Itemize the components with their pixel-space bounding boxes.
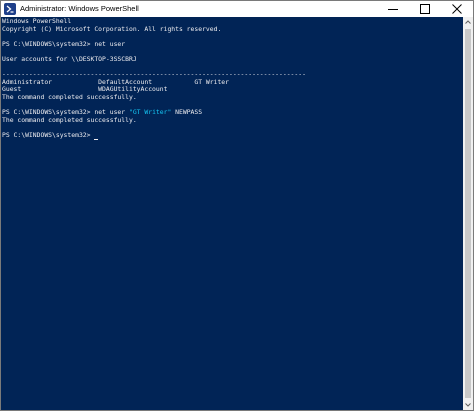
console-line: PS C:\WINDOWS\system32> <box>2 130 462 140</box>
command-text: net user <box>94 39 126 48</box>
window-title: Administrator: Windows PowerShell <box>20 4 139 13</box>
minimize-button[interactable] <box>377 1 409 17</box>
maximize-icon <box>420 4 430 14</box>
close-icon <box>452 4 462 14</box>
command-argument: "GT Writer" <box>128 108 172 117</box>
console-line: PS C:\WINDOWS\system32> net user <box>2 39 462 49</box>
command-text: net user <box>94 108 129 117</box>
console-output[interactable]: Windows PowerShell Copyright (C) Microso… <box>2 17 462 410</box>
powershell-icon <box>4 3 16 15</box>
console-line: The command completed successfully. <box>2 92 137 101</box>
title-bar[interactable]: Administrator: Windows PowerShell <box>1 1 473 17</box>
maximize-button[interactable] <box>409 1 441 17</box>
prompt: PS C:\WINDOWS\system32> <box>2 130 95 139</box>
prompt: PS C:\WINDOWS\system32> <box>2 39 95 48</box>
text-cursor <box>94 138 99 140</box>
chevron-up-icon <box>465 20 471 24</box>
console-line: The command completed successfully. <box>2 115 137 124</box>
scroll-down-button[interactable] <box>463 400 473 410</box>
prompt: PS C:\WINDOWS\system32> <box>2 108 95 117</box>
console-line: Copyright (C) Microsoft Corporation. All… <box>2 24 222 33</box>
console-line: User accounts for \\DESKTOP-3SSCBRJ <box>2 54 137 63</box>
scroll-up-button[interactable] <box>463 17 473 27</box>
chevron-down-icon <box>465 403 471 407</box>
minimize-icon <box>388 9 398 10</box>
powershell-window: Administrator: Windows PowerShell Window… <box>0 0 474 411</box>
command-text: NEWPASS <box>171 108 203 117</box>
vertical-scrollbar[interactable] <box>463 17 473 410</box>
scrollbar-thumb[interactable] <box>465 29 471 398</box>
close-button[interactable] <box>441 1 473 17</box>
